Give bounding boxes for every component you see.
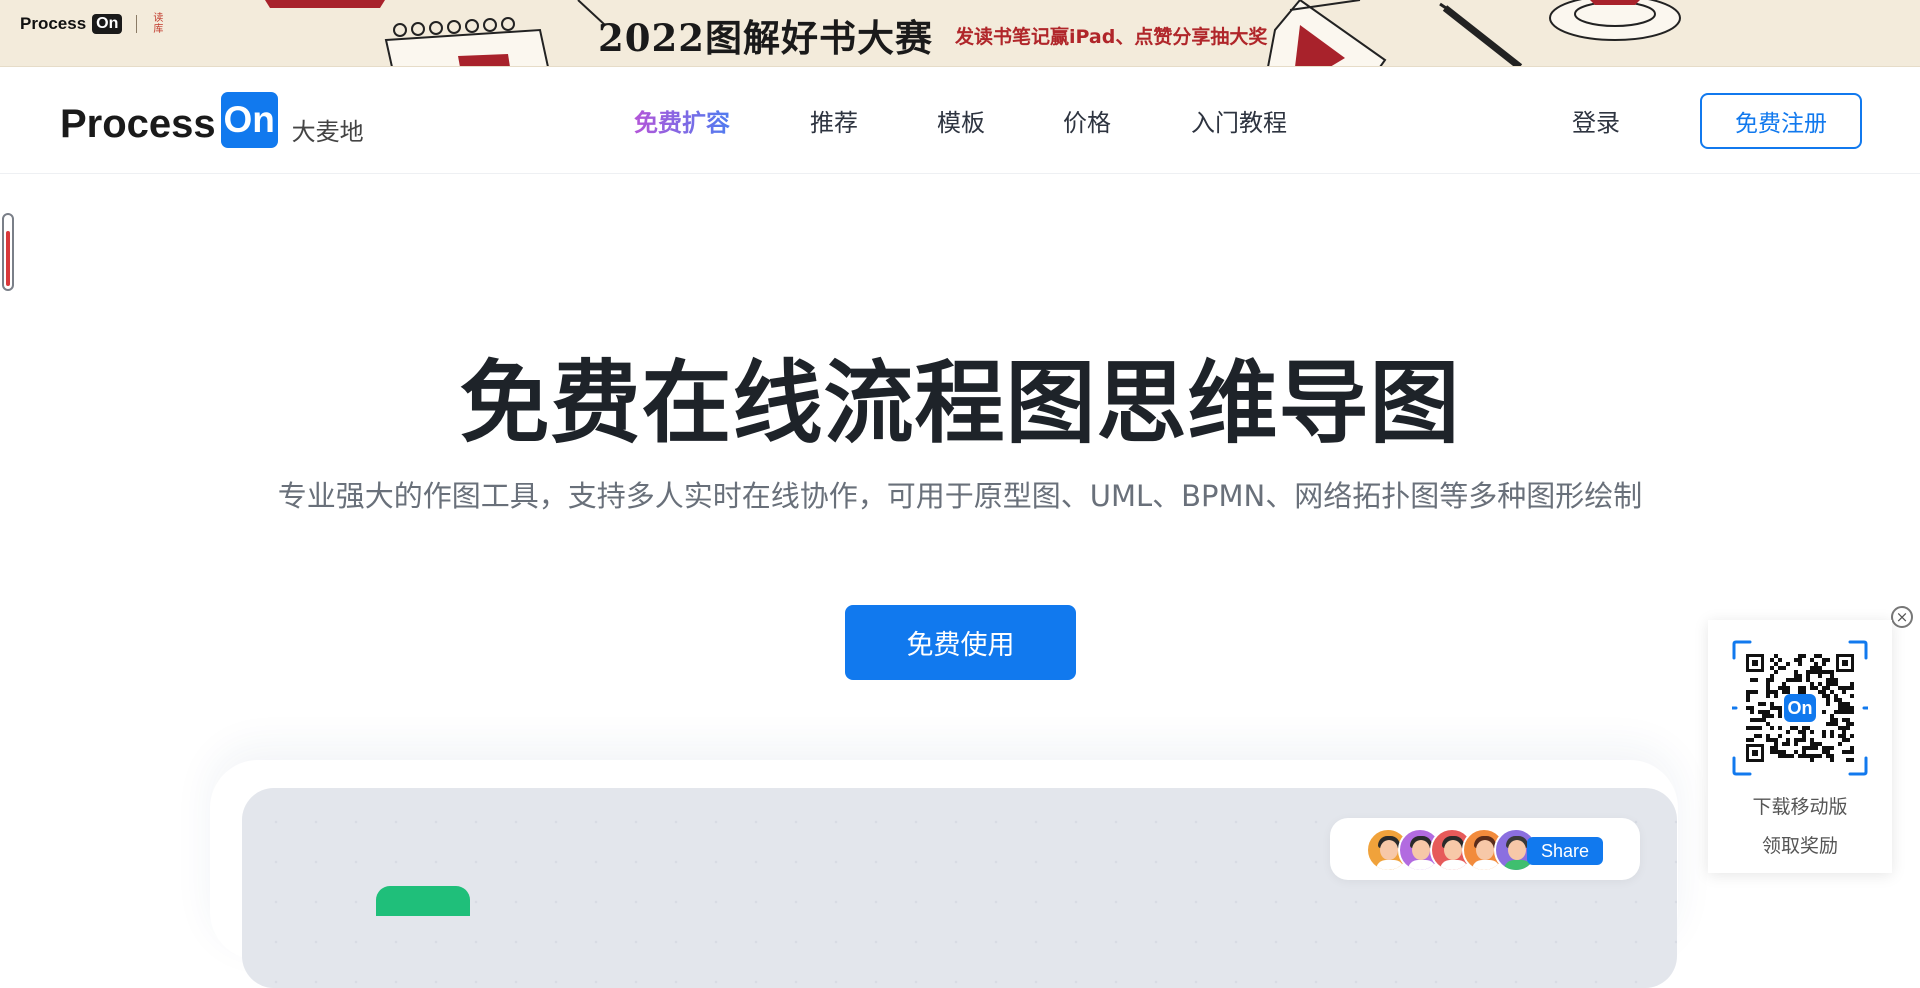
nav-link-templates[interactable]: 模板 bbox=[937, 103, 985, 138]
nav-link-recommend[interactable]: 推荐 bbox=[810, 103, 858, 138]
close-icon[interactable]: × bbox=[1891, 606, 1913, 628]
free-use-button[interactable]: 免费使用 bbox=[845, 605, 1076, 680]
register-button[interactable]: 免费注册 bbox=[1700, 93, 1862, 149]
collaborators-share-bar: Share bbox=[1330, 818, 1640, 880]
nav-link-pricing[interactable]: 价格 bbox=[1063, 103, 1111, 138]
banner-logo-word: Process bbox=[20, 14, 87, 33]
scroll-indicator-fill bbox=[6, 231, 10, 286]
logo-on-badge: On bbox=[220, 92, 278, 148]
mobile-app-qr-widget: On 下载移动版 领取奖励 bbox=[1708, 620, 1892, 873]
top-nav: Process On 大麦地 免费扩容 推荐 模板 价格 入门教程 登录 免费注… bbox=[0, 67, 1920, 174]
site-logo[interactable]: Process On 大麦地 bbox=[60, 92, 364, 148]
banner-title: 2022图解好书大赛 bbox=[598, 16, 933, 60]
banner-seal: 读库 bbox=[153, 13, 164, 35]
hero-title: 免费在线流程图思维导图 bbox=[459, 351, 1461, 456]
collaborator-avatars bbox=[1366, 828, 1538, 872]
qr-reward-label: 领取奖励 bbox=[1761, 835, 1838, 857]
qr-logo: On bbox=[1788, 698, 1813, 718]
share-button[interactable]: Share bbox=[1527, 837, 1603, 865]
qr-code: On bbox=[1732, 640, 1868, 776]
nav-link-free-expand[interactable]: 免费扩容 bbox=[634, 103, 730, 138]
banner-subtitle: 发读书笔记赢iPad、点赞分享抽大奖 bbox=[955, 26, 1268, 48]
site-name: 大麦地 bbox=[291, 118, 364, 146]
banner-logo: Process On 读库 bbox=[20, 13, 165, 35]
scroll-indicator[interactable] bbox=[2, 213, 14, 291]
nav-link-tutorial[interactable]: 入门教程 bbox=[1191, 103, 1287, 138]
banner-logo-divider bbox=[136, 15, 138, 33]
login-link[interactable]: 登录 bbox=[1572, 103, 1620, 138]
preview-green-node bbox=[376, 886, 470, 916]
logo-word: Process bbox=[60, 102, 216, 146]
promo-banner[interactable]: Process On 读库 2022图解好书大赛 发读书笔记赢iPad、点赞分享… bbox=[0, 0, 1920, 67]
banner-logo-on: On bbox=[92, 14, 123, 34]
hero-subtitle: 专业强大的作图工具，支持多人实时在线协作，可用于原型图、UML、BPMN、网络拓… bbox=[277, 479, 1643, 513]
qr-download-label: 下载移动版 bbox=[1752, 796, 1848, 818]
